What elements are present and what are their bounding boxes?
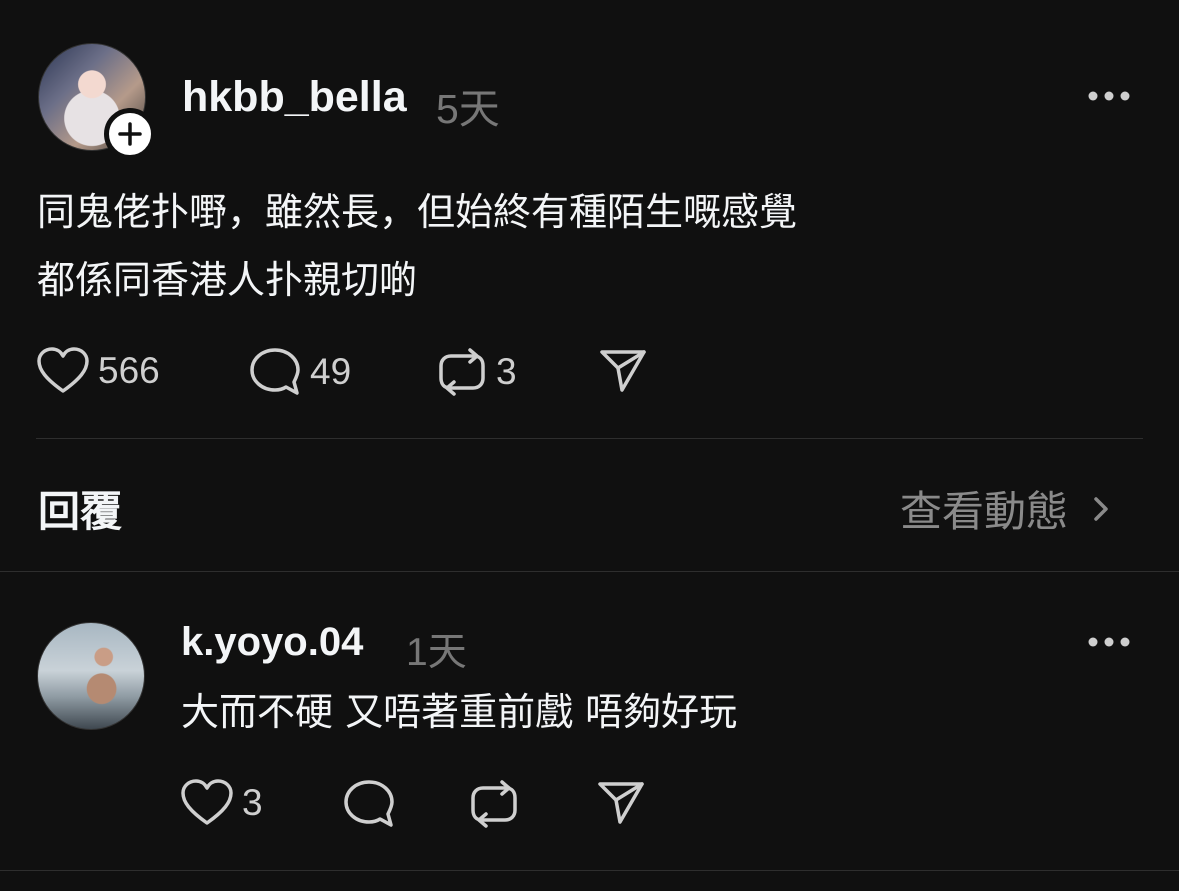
post-comment-button[interactable]: 49: [248, 346, 351, 398]
post-like-button[interactable]: 566: [36, 346, 160, 396]
comment-bubble-icon: [344, 780, 394, 827]
view-activity-label: 查看動態: [900, 487, 1069, 536]
reply-like-button[interactable]: 3: [180, 778, 263, 828]
post-like-count: 566: [98, 350, 160, 391]
repost-icon: [439, 348, 485, 396]
reply-author-avatar[interactable]: [37, 622, 145, 730]
reply-comment-button[interactable]: [342, 778, 396, 830]
follow-button[interactable]: [104, 108, 156, 160]
chevron-right-icon: [1094, 496, 1108, 521]
send-icon: [598, 782, 644, 824]
post-text-line-1: 同鬼佬扑嘢，雖然長，但始終有種陌生嘅感覺: [37, 190, 798, 234]
plus-icon: [118, 122, 142, 146]
reply-text: 大而不硬 又唔著重前戲 唔夠好玩: [181, 690, 738, 734]
reply-like-count: 3: [242, 782, 263, 823]
reply-more-button[interactable]: [1086, 632, 1132, 656]
post-comment-count: 49: [310, 351, 352, 392]
repost-icon: [471, 780, 517, 828]
post-author-username[interactable]: hkbb_bella: [182, 73, 407, 122]
reply-author-username[interactable]: k.yoyo.04: [181, 620, 363, 665]
reply-share-button[interactable]: [596, 778, 646, 826]
post-repost-button[interactable]: 3: [436, 346, 517, 398]
replies-heading: 回覆: [38, 487, 123, 536]
more-dots-icon: [1088, 91, 1130, 101]
heart-icon: [181, 779, 233, 825]
post-divider: [36, 438, 1143, 439]
post-timestamp: 5天: [436, 86, 500, 132]
post-text-line-2: 都係同香港人扑親切啲: [37, 258, 418, 302]
replies-divider: [0, 571, 1179, 572]
reply-repost-button[interactable]: [468, 778, 520, 830]
post-more-button[interactable]: [1086, 86, 1132, 110]
more-dots-icon: [1088, 637, 1130, 647]
comment-bubble-icon: [250, 348, 300, 395]
send-icon: [600, 350, 646, 392]
view-activity-link[interactable]: 查看動態: [900, 478, 1122, 539]
reply-divider: [0, 870, 1179, 871]
post-share-button[interactable]: [598, 346, 648, 394]
post-repost-count: 3: [496, 351, 517, 392]
heart-icon: [37, 347, 89, 393]
reply-timestamp: 1天: [406, 631, 467, 674]
